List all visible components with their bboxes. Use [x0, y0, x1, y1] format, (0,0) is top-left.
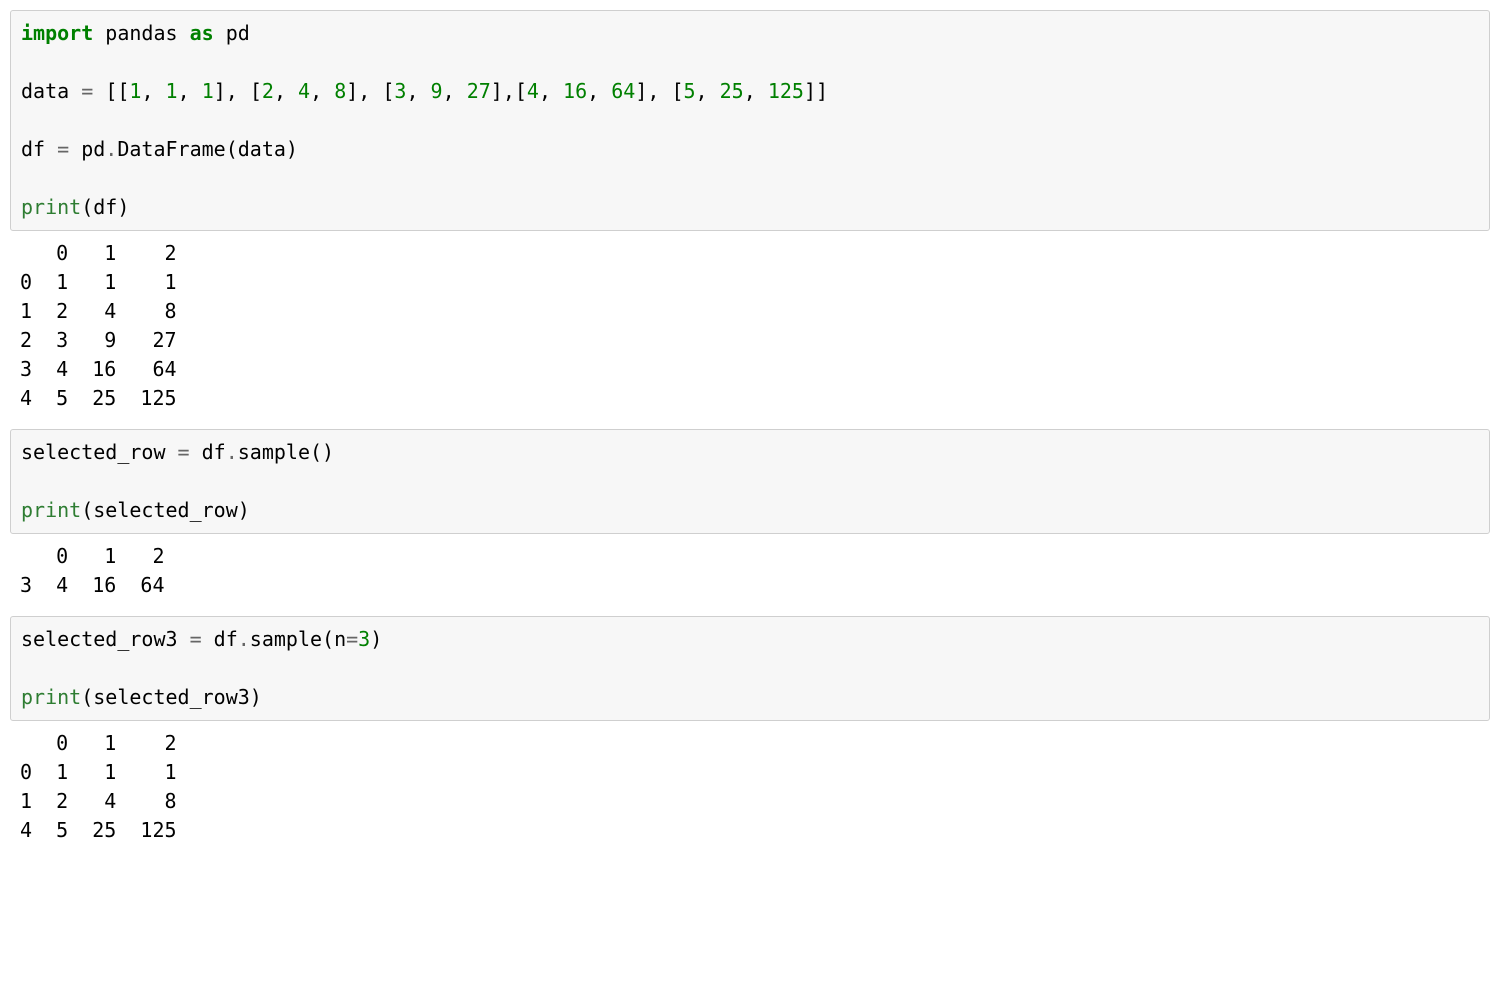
num: 4 — [527, 79, 539, 103]
bracket-mid: ],[ — [491, 79, 527, 103]
code-input-1[interactable]: import pandas as pd data = [[1, 1, 1], [… — [10, 10, 1490, 231]
comma: , — [696, 79, 720, 103]
num: 5 — [684, 79, 696, 103]
num: 4 — [298, 79, 310, 103]
num: 3 — [394, 79, 406, 103]
comma: , — [744, 79, 768, 103]
module-pandas: pandas — [105, 21, 177, 45]
bracket-mid: ], [ — [214, 79, 262, 103]
comma: , — [587, 79, 611, 103]
sample-call: sample() — [238, 440, 334, 464]
comma: , — [406, 79, 430, 103]
dot: . — [238, 627, 250, 651]
num: 8 — [334, 79, 346, 103]
operator-eq: = — [178, 440, 190, 464]
print-arg: (selected_row) — [81, 498, 250, 522]
operator-eq: = — [81, 79, 93, 103]
fn-print: print — [21, 498, 81, 522]
fn-print: print — [21, 195, 81, 219]
print-arg: (selected_row3) — [81, 685, 262, 709]
operator-eq: = — [57, 137, 69, 161]
close-paren: ) — [370, 627, 382, 651]
num: 3 — [358, 627, 370, 651]
code-output-3: 0 1 2 0 1 1 1 1 2 4 8 4 5 25 125 — [10, 721, 1490, 845]
bracket-close: ]] — [804, 79, 828, 103]
alias-pd: pd — [226, 21, 250, 45]
pd-ref: pd — [69, 137, 105, 161]
keyword-import: import — [21, 21, 93, 45]
code-input-2[interactable]: selected_row = df.sample() print(selecte… — [10, 429, 1490, 534]
print-arg: (df) — [81, 195, 129, 219]
comma: , — [178, 79, 202, 103]
num: 64 — [611, 79, 635, 103]
comma: , — [539, 79, 563, 103]
code-input-3[interactable]: selected_row3 = df.sample(n=3) print(sel… — [10, 616, 1490, 721]
var-selected-row: selected_row — [21, 440, 178, 464]
bracket-mid: ], [ — [346, 79, 394, 103]
keyword-as: as — [190, 21, 214, 45]
num: 9 — [431, 79, 443, 103]
bracket-open: [[ — [105, 79, 129, 103]
sample-open: sample(n — [250, 627, 346, 651]
operator-eq: = — [190, 627, 202, 651]
num: 27 — [467, 79, 491, 103]
notebook-cell-1: import pandas as pd data = [[1, 1, 1], [… — [10, 10, 1490, 413]
comma: , — [310, 79, 334, 103]
num: 25 — [720, 79, 744, 103]
num: 1 — [166, 79, 178, 103]
var-df: df — [21, 137, 57, 161]
comma: , — [274, 79, 298, 103]
dot: . — [105, 137, 117, 161]
num: 16 — [563, 79, 587, 103]
space — [93, 79, 105, 103]
fn-print: print — [21, 685, 81, 709]
code-output-1: 0 1 2 0 1 1 1 1 2 4 8 2 3 9 27 3 4 16 64… — [10, 231, 1490, 413]
code-output-2: 0 1 2 3 4 16 64 — [10, 534, 1490, 600]
df-ref: df — [202, 627, 238, 651]
num: 2 — [262, 79, 274, 103]
comma: , — [443, 79, 467, 103]
var-selected-row3: selected_row3 — [21, 627, 190, 651]
dataframe-call: DataFrame(data) — [117, 137, 298, 161]
num: 1 — [202, 79, 214, 103]
notebook-cell-3: selected_row3 = df.sample(n=3) print(sel… — [10, 616, 1490, 845]
num: 1 — [129, 79, 141, 103]
bracket-mid: ], [ — [635, 79, 683, 103]
comma: , — [141, 79, 165, 103]
df-ref: df — [190, 440, 226, 464]
num: 125 — [768, 79, 804, 103]
notebook-cell-2: selected_row = df.sample() print(selecte… — [10, 429, 1490, 600]
dot: . — [226, 440, 238, 464]
operator-eq: = — [346, 627, 358, 651]
var-data: data — [21, 79, 81, 103]
